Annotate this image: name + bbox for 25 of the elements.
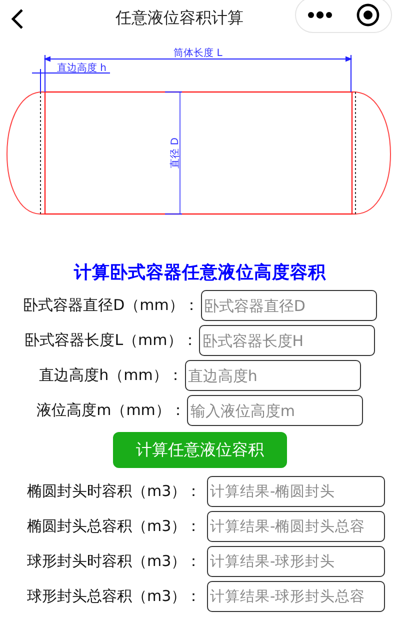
diameter-label: 直径 D <box>170 138 181 168</box>
input-field[interactable]: 卧式容器直径D <box>200 290 377 321</box>
close-target-icon[interactable] <box>356 3 380 27</box>
length-label: 筒体长度 L <box>174 48 222 59</box>
field-label: 卧式容器长度L（mm）： <box>24 331 198 350</box>
field-label: 液位高度m（mm）： <box>36 401 186 420</box>
calculate-button[interactable]: 计算任意液位容积 <box>113 432 287 468</box>
more-icon[interactable] <box>307 11 334 19</box>
result-label: 球形封头总容积（m3）： <box>27 587 202 606</box>
input-field[interactable]: 直边高度h <box>184 360 361 391</box>
result-field[interactable]: 计算结果-球形封头 <box>207 546 385 577</box>
back-icon[interactable] <box>10 8 24 30</box>
result-field[interactable]: 计算结果-椭圆封头 <box>207 476 385 507</box>
page-title: 任意液位容积计算 <box>114 8 244 28</box>
input-field[interactable]: 卧式容器长度H <box>199 325 376 356</box>
result-label: 球形封头时容积（m3）： <box>27 552 202 571</box>
result-field[interactable]: 计算结果-球形封头总容 <box>207 581 385 612</box>
field-label: 卧式容器直径D（mm）： <box>23 296 199 315</box>
straight-edge-label: 直边高度 h <box>57 63 107 74</box>
result-label: 椭圆封头总容积（m3）： <box>27 517 202 536</box>
result-field[interactable]: 计算结果-椭圆封头总容 <box>207 511 385 542</box>
result-label: 椭圆封头时容积（m3）： <box>27 482 202 501</box>
field-label: 直边高度h（mm）： <box>39 366 183 385</box>
form-heading: 计算卧式容器任意液位高度容积 <box>72 262 327 284</box>
input-field[interactable]: 输入液位高度m <box>187 395 364 426</box>
